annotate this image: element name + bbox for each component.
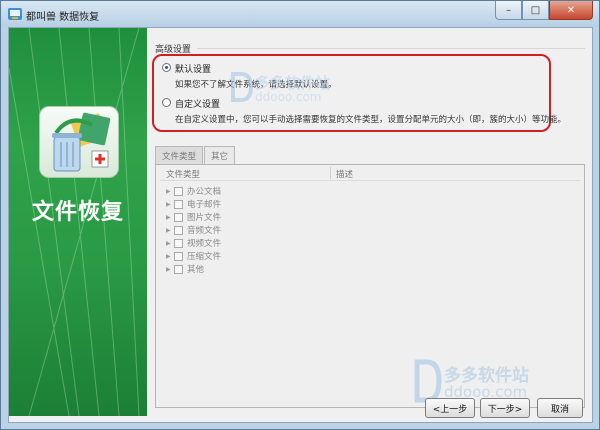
default-settings-label[interactable]: 默认设置 (175, 62, 211, 75)
side-banner: 文件恢复 (9, 28, 147, 416)
window-controls: – □ ✕ (495, 1, 593, 20)
list-item[interactable]: ▶ 电子邮件 (166, 198, 221, 210)
list-item[interactable]: ▶ 图片文件 (166, 211, 221, 223)
list-item[interactable]: ▶ 办公文档 (166, 185, 221, 197)
list-item-label: 其他 (187, 265, 205, 275)
expand-arrow-icon[interactable]: ▶ (166, 188, 174, 195)
list-item-label: 视频文件 (187, 239, 222, 249)
expand-arrow-icon[interactable]: ▶ (166, 214, 174, 221)
expand-arrow-icon[interactable]: ▶ (166, 227, 174, 234)
column-header-description[interactable]: 描述 (336, 168, 353, 180)
column-separator (330, 167, 331, 179)
custom-settings-label[interactable]: 自定义设置 (175, 97, 220, 110)
list-item[interactable]: ▶ 其他 (166, 263, 204, 275)
minimize-button[interactable]: – (495, 1, 522, 20)
title-bar[interactable]: 都叫兽 数据恢复 – □ ✕ (1, 1, 599, 27)
cancel-button[interactable]: 取消 (537, 398, 583, 418)
list-item-label: 办公文档 (187, 187, 222, 197)
maximize-button[interactable]: □ (522, 1, 549, 20)
list-item[interactable]: ▶ 视频文件 (166, 237, 221, 249)
settings-tabs: 文件类型 其它 (155, 146, 236, 164)
close-button[interactable]: ✕ (549, 1, 593, 20)
window-title: 都叫兽 数据恢复 (26, 12, 100, 23)
client-area: 文件恢复 高级设置 默认设置 如果您不了解文件系统，请选择默认设置。 多多软件站… (8, 27, 593, 423)
custom-settings-description: 在自定义设置中，您可以手动选择需要恢复的文件类型，设置分配单元的大小（即，簇的大… (175, 115, 567, 125)
column-header-file-type[interactable]: 文件类型 (166, 168, 200, 180)
list-item-label: 压缩文件 (187, 252, 222, 262)
expand-arrow-icon[interactable]: ▶ (166, 201, 174, 208)
expand-arrow-icon[interactable]: ▶ (166, 240, 174, 247)
header-divider (160, 180, 580, 181)
checkbox[interactable] (174, 199, 183, 209)
expand-arrow-icon[interactable]: ▶ (166, 253, 174, 260)
tab-file-types[interactable]: 文件类型 (155, 146, 204, 164)
custom-settings-radio[interactable] (162, 98, 171, 107)
recycle-bin-folder-icon (39, 106, 119, 178)
app-window: 都叫兽 数据恢复 – □ ✕ 文件恢复 高级设置 默认设置 如果您不了解文件系统… (0, 0, 600, 430)
list-item[interactable]: ▶ 音频文件 (166, 224, 221, 236)
checkbox[interactable] (174, 225, 183, 235)
back-button[interactable]: <上一步 (425, 398, 475, 418)
checkbox[interactable] (174, 251, 183, 261)
banner-title: 文件恢复 (31, 200, 124, 225)
checkbox[interactable] (174, 238, 183, 248)
default-settings-radio[interactable] (162, 63, 171, 72)
watermark-domain: ddooo.com (255, 90, 322, 104)
app-icon (8, 8, 22, 20)
tab-other[interactable]: 其它 (204, 146, 236, 164)
file-type-panel: 文件类型 描述 ▶ 办公文档 ▶ 电子邮件 ▶ 图片文件 ▶ 音频文件 ▶ 视频… (155, 164, 585, 408)
watermark-top: 多多软件站 ddooo.com (229, 72, 349, 108)
list-item-label: 图片文件 (187, 213, 222, 223)
checkbox[interactable] (174, 186, 183, 196)
section-divider (197, 48, 585, 49)
list-item-label: 音频文件 (187, 226, 222, 236)
list-item-label: 电子邮件 (187, 200, 222, 210)
watermark-logo-icon (231, 72, 254, 102)
expand-arrow-icon[interactable]: ▶ (166, 266, 174, 273)
next-button[interactable]: 下一步> (480, 398, 530, 418)
checkbox[interactable] (174, 212, 183, 222)
watermark-logo-icon (414, 359, 442, 403)
checkbox[interactable] (174, 264, 183, 274)
list-item[interactable]: ▶ 压缩文件 (166, 250, 221, 262)
